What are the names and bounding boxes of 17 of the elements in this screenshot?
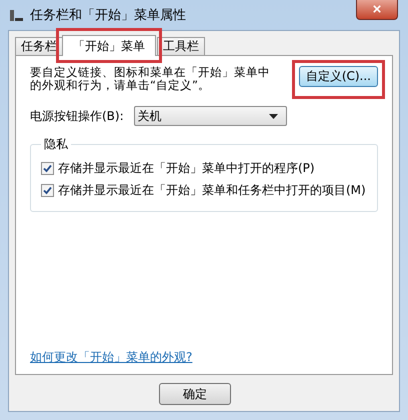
dropdown-arrow-icon (268, 114, 278, 118)
checkbox-label: 存储并显示最近在「开始」菜单和任务栏中打开的项目(M) (58, 182, 366, 199)
checkbox-label: 存储并显示最近在「开始」菜单中打开的程序(P) (58, 160, 315, 177)
ok-button[interactable]: 确定 (159, 383, 231, 405)
power-button-label: 电源按钮操作(B): (30, 108, 124, 124)
description-text: 要自定义链接、图标和菜单在「开始」菜单中的外观和行为，请单击“自定义”。 (30, 66, 271, 92)
group-title: 隐私 (43, 136, 69, 153)
power-action-dropdown[interactable]: 关机 (134, 106, 287, 126)
tab[interactable]: 「开始」菜单 (62, 35, 156, 56)
checkbox[interactable] (41, 184, 54, 197)
customize-button[interactable]: 自定义(C)... (298, 66, 378, 87)
help-link[interactable]: 如何更改「开始」菜单的外观? (30, 349, 192, 366)
window-title: 任务栏和「开始」菜单属性 (30, 7, 186, 24)
tab[interactable]: 任务栏 (15, 37, 63, 55)
tab[interactable]: 工具栏 (157, 37, 205, 55)
window-icon (8, 7, 24, 23)
checkbox[interactable] (41, 162, 54, 175)
